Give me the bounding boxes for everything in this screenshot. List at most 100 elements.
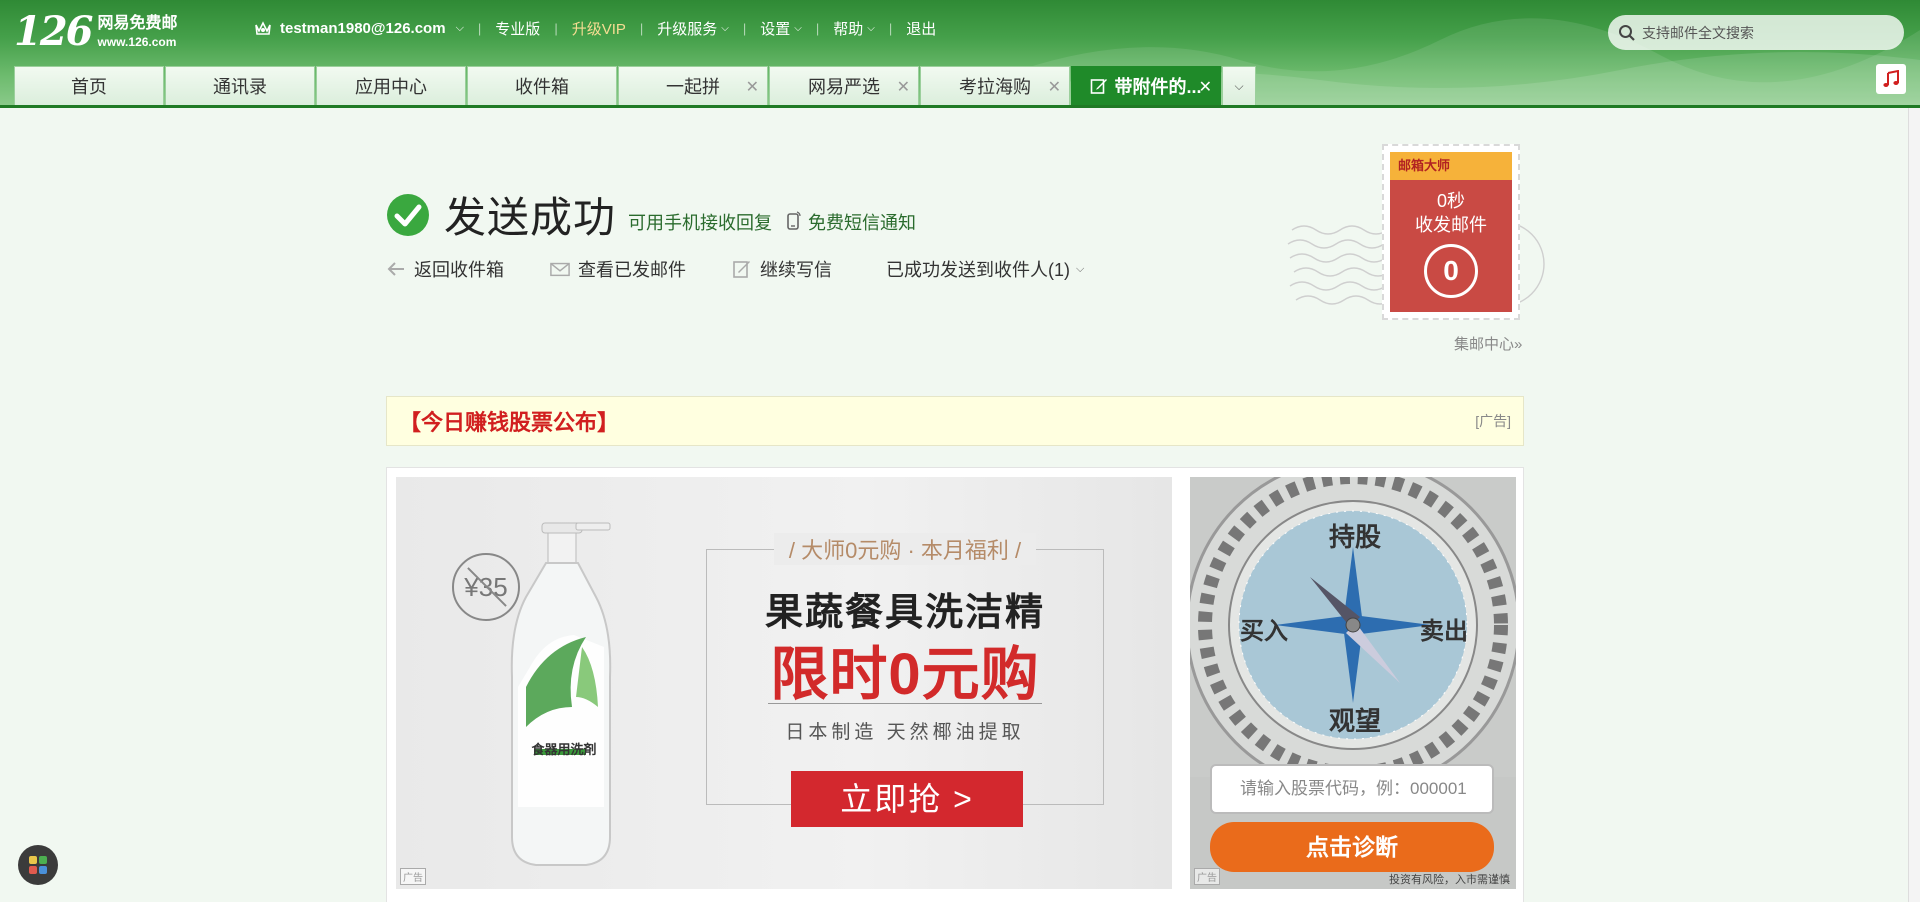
close-icon[interactable]: ✕ [897, 77, 910, 97]
envelope-icon [550, 262, 570, 277]
top-navigation: testman1980@126.com ⌵ | 专业版 | 升级VIP | 升级… [254, 18, 936, 38]
logo[interactable]: 126 网易免费邮 www.126.com [14, 12, 178, 52]
compass-watch: 观望 [1329, 706, 1382, 736]
dish-soap-ad[interactable]: ¥35 食器用洗剤 / 大师0元购 · 本月福利 / 果蔬餐具洗洁精 限时0元购… [396, 477, 1172, 889]
mail-master-stamp[interactable]: 邮箱大师 0秒 收发邮件 0 [1284, 140, 1546, 330]
tab-underline [0, 105, 1920, 108]
sent-recipients-dropdown[interactable]: 已成功发送到收件人(1) ⌵ [886, 256, 1084, 282]
stamp-frame: 邮箱大师 0秒 收发邮件 0 [1382, 144, 1520, 320]
bottle-label: 食器用洗剤 [531, 742, 597, 757]
chevron-down-icon: ⌵ [794, 22, 802, 34]
tab-kaola[interactable]: 考拉海购 ✕ [920, 66, 1070, 105]
music-button[interactable] [1876, 64, 1906, 94]
ad-tag: [广告] [1475, 413, 1511, 429]
ad-panel: ¥35 食器用洗剤 / 大师0元购 · 本月福利 / 果蔬餐具洗洁精 限时0元购… [386, 467, 1524, 902]
upgrade-service-menu[interactable]: 升级服务 ⌵ [657, 18, 729, 39]
back-to-inbox-link[interactable]: 返回收件箱 [386, 256, 504, 282]
stamp-collection-link[interactable]: 集邮中心» [1454, 333, 1522, 354]
ad-corner-tag: 广告 [1194, 868, 1220, 885]
divider: | [477, 20, 482, 36]
stamp-count: 0 [1424, 244, 1478, 298]
ad-headline-bar[interactable]: 【今日赚钱股票公布】 [广告] [386, 396, 1524, 446]
tab-inbox[interactable]: 收件箱 [467, 66, 617, 105]
tab-home[interactable]: 首页 [14, 66, 164, 105]
help-menu[interactable]: 帮助 ⌵ [833, 18, 875, 39]
close-icon[interactable]: ✕ [1048, 77, 1061, 97]
app-grid-icon [29, 856, 47, 874]
tab-label: 带附件的... [1114, 77, 1202, 97]
divider: | [888, 20, 893, 36]
mobile-phone-icon [787, 210, 801, 230]
tab-label: 首页 [71, 77, 107, 97]
help-label: 帮助 [833, 20, 864, 38]
ad-headline[interactable]: 【今日赚钱股票公布】 [399, 405, 619, 437]
send-success-banner: 发送成功 可用手机接收回复 免费短信通知 [386, 184, 916, 245]
compass-buy: 买入 [1240, 618, 1288, 645]
back-to-inbox-label: 返回收件箱 [414, 260, 504, 280]
continue-writing-label: 继续写信 [760, 260, 832, 280]
divider: | [815, 20, 820, 36]
tab-label: 收件箱 [515, 77, 569, 97]
header: 126 网易免费邮 www.126.com testman1980@126.co… [0, 0, 1920, 108]
risk-disclaimer: 投资有风险，入市需谨慎 [1389, 874, 1510, 886]
chevron-down-icon: ⌵ [1076, 262, 1085, 275]
close-icon[interactable]: ✕ [1199, 77, 1212, 97]
stock-diagnosis-ad[interactable]: 持股 买入 卖出 观望 点击诊断 投资有风险，入市需谨慎 广告 [1190, 477, 1516, 889]
account-email[interactable]: testman1980@126.com [280, 20, 446, 37]
sms-notify-link[interactable]: 免费短信通知 [808, 209, 916, 235]
page-title: 发送成功 [444, 193, 617, 242]
tab-label: 网易严选 [808, 77, 880, 97]
edit-icon [1091, 79, 1108, 94]
mobile-reply-link[interactable]: 可用手机接收回复 [628, 209, 772, 235]
chevron-down-icon[interactable]: ⌵ [456, 22, 464, 35]
arrow-left-icon [387, 262, 404, 276]
tab-label: 考拉海购 [959, 77, 1031, 97]
tab-yanxuan[interactable]: 网易严选 ✕ [769, 66, 919, 105]
tab-group-buy[interactable]: 一起拼 ✕ [618, 66, 768, 105]
grab-now-button[interactable]: 立即抢 > [791, 771, 1023, 827]
app-launcher-button[interactable] [18, 845, 58, 885]
search-box[interactable] [1608, 15, 1904, 50]
tab-bar: 首页 通讯录 应用中心 收件箱 一起拼 ✕ 网易严选 ✕ 考拉海购 ✕ 带附件的...… [14, 66, 1257, 105]
divider: | [742, 20, 747, 36]
upgrade-service-label: 升级服务 [657, 20, 718, 38]
search-input[interactable] [1642, 24, 1882, 41]
ad-description: 日本制造 天然椰油提取 [785, 722, 1025, 743]
divider [768, 703, 1042, 704]
tab-contacts[interactable]: 通讯录 [165, 66, 315, 105]
tab-compose-attachment[interactable]: 带附件的... ✕ [1071, 66, 1221, 105]
diagnose-button[interactable]: 点击诊断 [1210, 822, 1494, 872]
ad-offer: 限时0元购 [770, 642, 1040, 707]
tab-label: 一起拼 [666, 77, 720, 97]
post-send-actions: 返回收件箱 查看已发邮件 继续写信 已成功发送到收件人(1) ⌵ [386, 256, 1084, 282]
close-icon[interactable]: ✕ [746, 77, 759, 97]
music-note-icon [1883, 70, 1899, 87]
view-sent-link[interactable]: 查看已发邮件 [550, 256, 686, 282]
divider: | [554, 20, 558, 36]
tab-overflow-menu[interactable]: ⌵ [1222, 66, 1256, 105]
compass-hold: 持股 [1329, 522, 1382, 552]
crown-icon [255, 21, 271, 35]
ad-corner-tag: 广告 [400, 868, 426, 885]
compass-sell: 卖出 [1420, 618, 1468, 645]
continue-writing-link[interactable]: 继续写信 [732, 256, 832, 282]
stock-code-input[interactable] [1210, 764, 1494, 814]
stamp-line1: 0秒 [1436, 191, 1465, 211]
ad-subtitle: / 大师0元购 · 本月福利 / [774, 533, 1036, 565]
search-icon[interactable] [1618, 24, 1636, 42]
check-circle-icon [387, 193, 429, 236]
tab-app-center[interactable]: 应用中心 [316, 66, 466, 105]
settings-label: 设置 [760, 20, 791, 38]
pro-version-link[interactable]: 专业版 [495, 18, 540, 39]
stamp-brand: 邮箱大师 [1390, 152, 1512, 180]
logo-number: 126 [14, 8, 93, 55]
vertical-scrollbar[interactable] [1908, 108, 1920, 902]
chevron-down-icon: ⌵ [867, 22, 875, 34]
stamp-line2: 收发邮件 [1415, 215, 1487, 235]
sent-recipients-label: 已成功发送到收件人(1) [886, 260, 1070, 280]
chevron-down-icon: ⌵ [721, 22, 729, 34]
logout-link[interactable]: 退出 [906, 18, 936, 39]
upgrade-vip-link[interactable]: 升级VIP [572, 18, 626, 39]
settings-menu[interactable]: 设置 ⌵ [760, 18, 802, 39]
divider: | [639, 20, 644, 36]
